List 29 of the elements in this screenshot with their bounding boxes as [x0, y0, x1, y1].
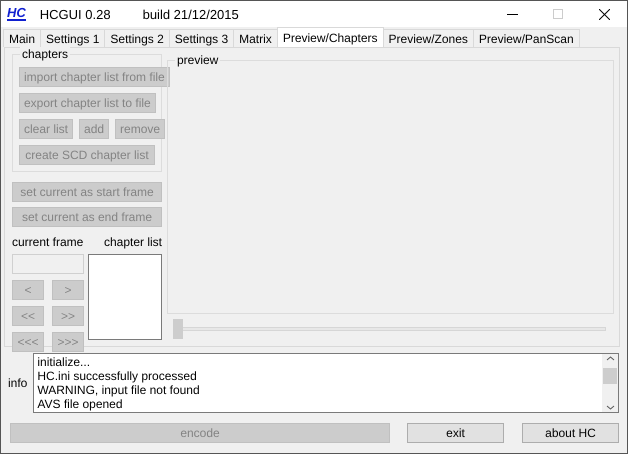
maximize-icon [553, 9, 563, 19]
group-title: preview [175, 53, 220, 67]
scroll-down-icon[interactable] [606, 405, 614, 410]
tab[interactable]: Preview/PanScan [472, 29, 580, 47]
app-logo: HC [7, 7, 26, 21]
button[interactable]: exit [407, 423, 504, 443]
button[interactable]: about HC [522, 423, 619, 443]
scroll-thumb[interactable] [603, 368, 617, 384]
log-line: initialize... [37, 355, 92, 369]
group-title: chapters [20, 47, 70, 61]
list-label: chapter list [104, 235, 162, 249]
tab[interactable]: Settings 2 [104, 29, 170, 47]
build-label: build 21/12/2015 [142, 6, 239, 22]
log-line: AVS file opened [37, 397, 124, 411]
info-label: info [8, 376, 28, 390]
current-frame-field[interactable] [12, 254, 84, 274]
tab[interactable]: Main [3, 29, 42, 47]
field-label: current frame [12, 235, 84, 249]
tab[interactable]: Preview/Chapters [276, 27, 384, 47]
log-line: HC.ini successfully processed [37, 369, 198, 383]
close-icon [598, 8, 610, 20]
position-slider[interactable] [173, 318, 606, 340]
log-line: WARNING, input file not found [37, 383, 201, 397]
slider-thumb[interactable] [173, 319, 183, 339]
chapter-list-box[interactable] [88, 254, 162, 340]
window-title: HCGUI 0.28 [40, 6, 111, 22]
scroll-up-icon[interactable] [606, 356, 614, 361]
tab[interactable]: Settings 1 [40, 29, 106, 47]
tab[interactable]: Settings 3 [168, 29, 234, 47]
